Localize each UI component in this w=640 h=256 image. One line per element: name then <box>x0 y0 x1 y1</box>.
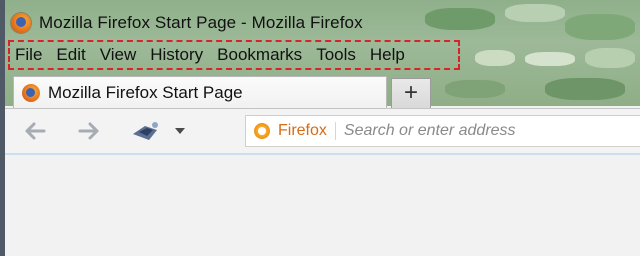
new-tab-button[interactable]: + <box>391 78 431 108</box>
back-button[interactable] <box>21 119 49 143</box>
identity-button[interactable] <box>129 119 163 143</box>
tab-start-page[interactable]: Mozilla Firefox Start Page <box>13 76 387 108</box>
identity-brand-label: Firefox <box>278 122 336 140</box>
chevron-down-icon <box>175 128 185 134</box>
menu-bookmarks[interactable]: Bookmarks <box>210 45 309 65</box>
menu-file[interactable]: File <box>10 45 49 65</box>
browser-window: Mozilla Firefox Start Page - Mozilla Fir… <box>0 0 640 256</box>
menu-tools[interactable]: Tools <box>309 45 363 65</box>
title-bar[interactable]: Mozilla Firefox Start Page - Mozilla Fir… <box>5 8 465 38</box>
menu-help[interactable]: Help <box>363 45 412 65</box>
aero-blob <box>505 4 565 22</box>
menu-history[interactable]: History <box>143 45 210 65</box>
aero-blob <box>585 48 635 68</box>
history-dropdown-button[interactable] <box>171 119 189 143</box>
page-content <box>5 155 640 256</box>
navigation-toolbar: Firefox <box>5 108 640 156</box>
address-bar[interactable]: Firefox <box>245 115 640 147</box>
menu-edit[interactable]: Edit <box>49 45 92 65</box>
identity-icon <box>133 122 158 140</box>
window-title: Mozilla Firefox Start Page - Mozilla Fir… <box>39 13 363 32</box>
forward-button[interactable] <box>75 119 103 143</box>
firefox-badge-icon <box>254 123 270 139</box>
arrow-left-icon <box>25 122 46 140</box>
arrow-right-icon <box>78 122 99 140</box>
aero-blob <box>565 14 635 40</box>
firefox-icon <box>22 83 40 102</box>
firefox-icon <box>11 13 31 33</box>
tab-strip: Mozilla Firefox Start Page + <box>5 74 640 108</box>
menu-view[interactable]: View <box>93 45 144 65</box>
url-input[interactable] <box>343 122 624 140</box>
tab-label: Mozilla Firefox Start Page <box>48 82 243 102</box>
aero-blob <box>475 50 515 66</box>
menu-bar: File Edit View History Bookmarks Tools H… <box>8 40 460 70</box>
aero-blob <box>525 52 575 66</box>
